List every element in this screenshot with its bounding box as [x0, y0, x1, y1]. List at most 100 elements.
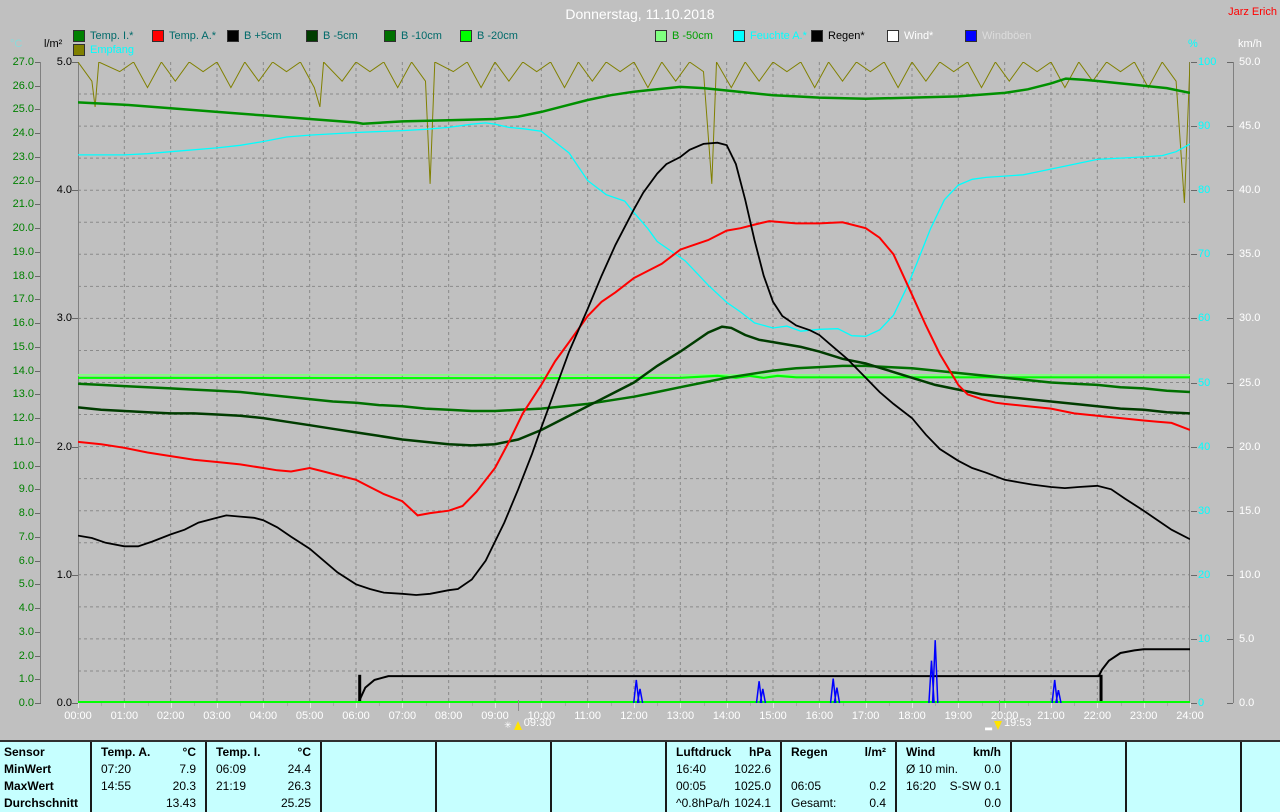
table-row-label: MinWert — [4, 761, 52, 776]
cell-value: 1024.1 — [734, 795, 771, 810]
table-cell-row — [1242, 777, 1280, 794]
table-column-empty — [320, 742, 435, 812]
time-label: 13:00 — [666, 710, 695, 722]
temp-tick-label: 16.0 — [12, 317, 34, 330]
table-column-wind: Wind km/h Ø 10 min. 0.0 16:20 S-SW 0.1 0.0 — [895, 742, 1010, 812]
time-halftick — [332, 703, 334, 706]
time-label: 00:00 — [64, 710, 92, 722]
lm2-tick-label: 5.0 — [56, 56, 72, 68]
cell-value: 24.4 — [287, 761, 311, 776]
temp-tick-label: 8.0 — [18, 507, 34, 520]
time-halftick — [703, 703, 705, 706]
sunrise-arrow-icon — [513, 721, 522, 730]
table-cell-row — [1242, 760, 1280, 777]
axis-header-kmh: km/h — [1238, 38, 1262, 50]
table-cell-row: 13.43 — [92, 794, 205, 811]
time-tick — [170, 703, 172, 708]
table-column-header: Wind km/h — [897, 743, 1010, 760]
table-cell-row — [1127, 760, 1240, 777]
table-column-empty — [550, 742, 665, 812]
cell-value: 26.3 — [287, 778, 311, 793]
legend-item-b-20cm: B -20cm — [460, 29, 518, 42]
cell-value: 0.0 — [984, 761, 1001, 776]
temp-tick-label: 9.0 — [18, 483, 34, 496]
time-tick — [541, 703, 543, 708]
time-tick — [356, 703, 357, 708]
pct-tick-label: 90 — [1198, 120, 1211, 133]
legend-color-box-icon — [227, 29, 239, 42]
time-halftick — [981, 703, 983, 706]
time-tick — [865, 703, 867, 708]
pct-tick-mark — [1191, 126, 1197, 128]
table-cell-row — [782, 760, 895, 777]
axis-header-pct: % — [1188, 38, 1198, 50]
time-label: 16:00 — [805, 710, 834, 722]
time-halftick — [193, 703, 195, 706]
table-cell-row — [322, 794, 435, 811]
temp-tick-label: 14.0 — [12, 364, 34, 377]
table-column-luftdruck: Luftdruck hPa 16:40 1022.6 00:05 1025.0 ^0.8hP… — [665, 742, 780, 812]
cell-value: 25.25 — [280, 795, 311, 810]
table-cell-row — [552, 760, 665, 777]
lm2-tick-label: 4.0 — [56, 184, 72, 197]
time-tick — [1051, 703, 1052, 708]
time-tick — [958, 703, 960, 708]
pct-tick-label: 60 — [1198, 312, 1211, 325]
time-tick — [309, 703, 311, 708]
legend-item-label: Temp. I.* — [90, 29, 134, 42]
time-tick — [634, 703, 635, 708]
temp-tick-label: 15.0 — [12, 340, 34, 353]
user-name: Jarz Erich — [1228, 6, 1277, 18]
table-cell-row — [1127, 777, 1240, 794]
cell-time: 06:05 — [791, 778, 822, 793]
column-unit: hPa — [748, 744, 771, 759]
column-unit: °C — [297, 744, 311, 759]
time-label: 17:00 — [851, 710, 880, 722]
temp-tick-label: 1.0 — [18, 673, 34, 686]
pct-tick-mark — [1191, 703, 1197, 704]
table-row-label-column: Sensor MinWert MaxWert Durchschnitt — [0, 742, 90, 812]
axis-header-temp: °C — [10, 38, 23, 50]
temp-tick-label: 21.0 — [12, 198, 34, 211]
time-label: 11:00 — [574, 710, 602, 722]
table-cell-row — [552, 777, 665, 794]
kmh-tick-mark — [1227, 703, 1233, 704]
time-tick — [1190, 703, 1191, 708]
column-unit: °C — [182, 744, 196, 759]
column-name: Wind — [906, 744, 936, 759]
time-halftick — [842, 703, 844, 706]
pct-tick-mark — [1191, 318, 1197, 320]
table-column-header: Luftdruck hPa — [667, 743, 780, 760]
time-tick — [402, 703, 404, 708]
table-cell-row: 16:20 S-SW 0.1 — [897, 777, 1010, 794]
time-halftick — [796, 703, 798, 706]
table-cell-row: 14:55 20.3 — [92, 777, 205, 794]
time-label: 12:00 — [620, 710, 648, 722]
time-label: 24:00 — [1176, 710, 1204, 722]
column-unit: km/h — [972, 744, 1001, 759]
table-cell-row: 07:20 7.9 — [92, 760, 205, 777]
time-halftick — [1120, 703, 1122, 706]
legend-item-label: Feuchte A.* — [750, 29, 807, 42]
cell-time: 16:20 — [906, 778, 937, 793]
pct-tick-label: 0 — [1198, 697, 1205, 709]
pct-tick-label: 50 — [1198, 376, 1211, 389]
table-column-empty — [435, 742, 550, 812]
kmh-tick-label: 10.0 — [1239, 568, 1261, 581]
cell-time: Ø 10 min. — [906, 761, 959, 776]
legend-item-label: Windböen — [982, 29, 1032, 42]
pct-tick-mark — [1191, 638, 1197, 640]
kmh-tick-label: 45.0 — [1239, 120, 1261, 133]
pct-tick-label: 10 — [1198, 632, 1211, 645]
time-tick — [912, 703, 913, 708]
legend-color-box-icon — [965, 29, 977, 42]
table-column-header — [322, 743, 435, 760]
table-cell-row — [322, 777, 435, 794]
time-tick — [1004, 703, 1006, 708]
cell-value: 0.2 — [869, 778, 886, 793]
legend-item-feuchte-a-: Feuchte A.* — [733, 29, 807, 42]
table-column-header: Temp. A. °C — [92, 743, 205, 760]
legend-color-box-icon — [733, 29, 745, 42]
cell-value: 20.3 — [172, 778, 196, 793]
kmh-tick-label: 30.0 — [1239, 312, 1261, 325]
